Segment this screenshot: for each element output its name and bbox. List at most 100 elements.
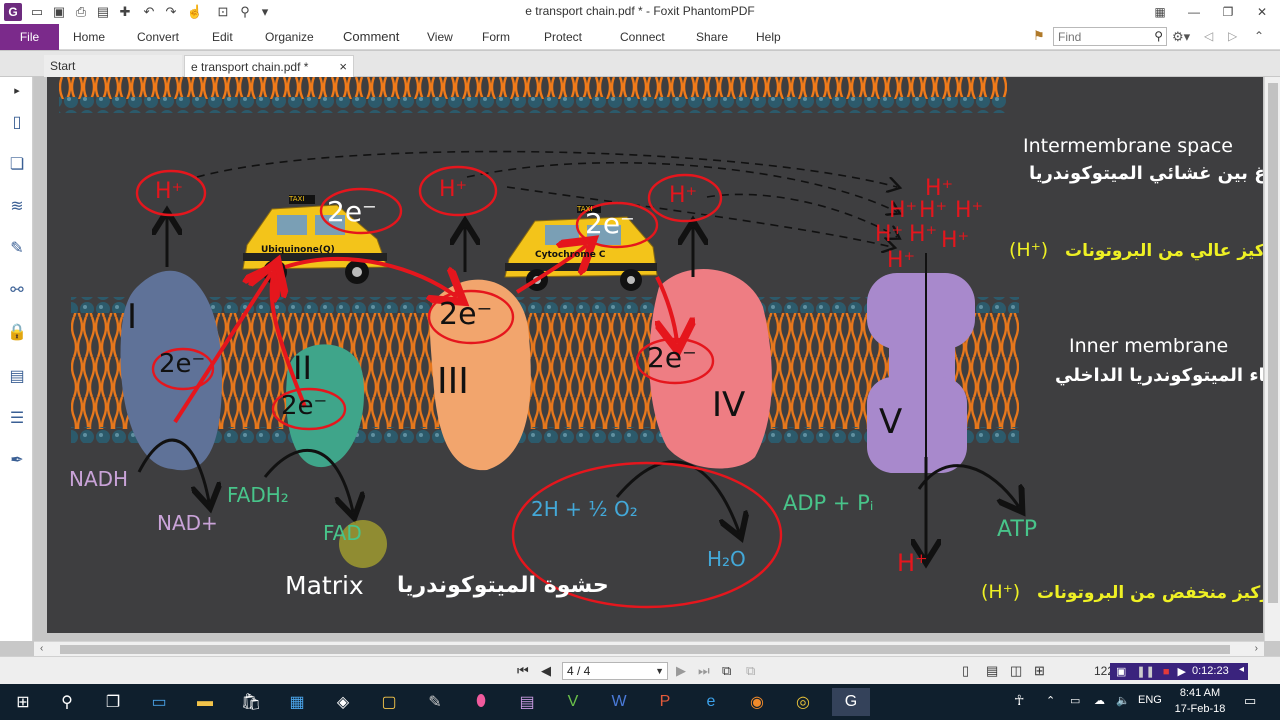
next-page-icon[interactable]: ▶ — [676, 663, 686, 679]
find-box[interactable]: ⚲ — [1053, 27, 1167, 46]
single-page-icon[interactable]: ▯ — [962, 663, 969, 679]
file-explorer-icon[interactable]: ▬ — [186, 688, 224, 716]
content-list-icon[interactable]: ☰ — [6, 407, 28, 429]
previous-page-icon[interactable]: ◀ — [541, 663, 551, 679]
scroll-right-icon[interactable]: › — [1255, 643, 1258, 654]
menu-convert[interactable]: Convert — [137, 30, 179, 44]
search-taskbar-icon[interactable]: ⚲ — [48, 688, 86, 716]
horizontal-scrollbar[interactable]: ‹ › — [34, 641, 1264, 656]
firefox-icon[interactable]: ◉ — [738, 688, 776, 716]
edge-icon[interactable]: e — [692, 688, 730, 716]
menu-view[interactable]: View — [427, 30, 453, 44]
signature-icon[interactable]: ✒ — [6, 449, 28, 471]
complex-iii-label: III — [437, 361, 469, 402]
menu-edit[interactable]: Edit — [212, 30, 233, 44]
word-icon[interactable]: W — [600, 688, 638, 716]
fadh2-label: FADH₂ — [227, 483, 289, 507]
pause-record-icon[interactable]: ❚❚ — [1136, 665, 1154, 678]
windows-start-icon[interactable]: ⊞ — [4, 688, 42, 716]
recorder-bar: ▣ ❚❚ ■ ▶ 0:12:23 ◂ — [1110, 663, 1248, 680]
tab-document[interactable]: e transport chain.pdf * × — [184, 55, 354, 77]
security-lock-icon[interactable]: 🔒 — [6, 321, 28, 343]
layers-icon[interactable]: ≋ — [6, 195, 28, 217]
electron-label-taxi1: 2e⁻ — [327, 195, 377, 228]
search-icon[interactable]: ⚲ — [1154, 29, 1163, 43]
menu-comment[interactable]: Comment — [343, 29, 399, 44]
page-dropdown-icon[interactable]: ▼ — [655, 663, 664, 679]
stop-record-icon[interactable]: ■ — [1163, 666, 1170, 678]
svg-text:H⁺: H⁺ — [919, 198, 947, 223]
last-page-icon[interactable]: ⏭ — [698, 663, 710, 679]
horizontal-scroll-thumb[interactable] — [60, 645, 1230, 654]
settings-gear-icon[interactable]: ⚙▾ — [1172, 29, 1190, 45]
expand-panel-icon[interactable]: ▸ — [6, 79, 28, 101]
collapse-ribbon-icon[interactable]: ⌃ — [1254, 29, 1264, 43]
back-arrow-icon[interactable]: ◁ — [1204, 29, 1213, 43]
menu-form[interactable]: Form — [482, 30, 510, 44]
paint-icon[interactable]: ✎ — [416, 688, 454, 716]
proton-label-v: H⁺ — [897, 549, 928, 577]
powerpoint-icon[interactable]: P — [646, 688, 684, 716]
close-window-icon[interactable]: ✕ — [1250, 2, 1274, 22]
document-properties-icon[interactable]: ▤ — [6, 365, 28, 387]
page-view-icon[interactable]: ⧉ — [722, 663, 731, 679]
menu-share[interactable]: Share — [696, 30, 728, 44]
cloud-icon[interactable]: ☁ — [1094, 694, 1105, 707]
comments-icon[interactable]: ✎ — [6, 237, 28, 259]
pages-icon[interactable]: ❏ — [6, 153, 28, 175]
camtasia-icon[interactable]: ⬮ — [462, 688, 500, 716]
facing-page-icon[interactable]: ◫ — [1010, 663, 1022, 679]
monitor-app-icon[interactable]: ▭ — [140, 688, 178, 716]
tab-start-label: Start — [50, 59, 76, 73]
close-tab-icon[interactable]: × — [339, 59, 347, 74]
people-icon[interactable]: ☥ — [1014, 692, 1024, 709]
scroll-left-icon[interactable]: ‹ — [40, 643, 43, 654]
vectors-app-icon[interactable]: V — [554, 688, 592, 716]
continuous-facing-icon[interactable]: ⊞ — [1034, 663, 1045, 679]
forward-arrow-icon[interactable]: ▷ — [1228, 29, 1237, 43]
svg-text:H⁺: H⁺ — [875, 222, 903, 247]
window-title: e transport chain.pdf * - Foxit PhantomP… — [525, 4, 755, 18]
notes-app-icon[interactable]: ▤ — [508, 688, 546, 716]
foxit-taskbar-icon[interactable]: G — [832, 688, 870, 716]
maximize-icon[interactable]: ❐ — [1216, 2, 1240, 22]
clock-date[interactable]: 17-Feb-18 — [1170, 703, 1230, 715]
low-conc-label-ar: تركيز منخفض من البروتونات — [1037, 583, 1263, 603]
page-number-field[interactable]: 4 / 4 ▼ — [562, 662, 668, 680]
menu-help[interactable]: Help — [756, 30, 781, 44]
tab-start[interactable]: Start — [44, 55, 182, 77]
language-indicator[interactable]: ENG — [1138, 694, 1162, 706]
attachment-icon[interactable]: ⚯ — [6, 279, 28, 301]
menu-connect[interactable]: Connect — [620, 30, 665, 44]
windows-taskbar: ⊞ ⚲ ❐ ▭ ▬ 🛍 ▦ ◈ ▢ ✎ ⬮ ▤ V W P e ◉ ◎ G ☥ … — [0, 684, 1280, 720]
find-input[interactable] — [1054, 28, 1144, 45]
network-icon[interactable]: ▭ — [1070, 694, 1080, 707]
first-page-icon[interactable]: ⏮ — [517, 663, 529, 679]
volume-icon[interactable]: 🔈 — [1116, 694, 1130, 707]
vertical-scrollbar[interactable] — [1264, 77, 1280, 641]
recorder-window-icon[interactable]: ▣ — [1116, 665, 1126, 678]
continuous-page-icon[interactable]: ▤ — [986, 663, 998, 679]
vertical-scroll-thumb[interactable] — [1268, 83, 1278, 603]
menu-organize[interactable]: Organize — [265, 30, 314, 44]
find-options-icon[interactable]: ⚑ — [1033, 28, 1045, 44]
play-record-icon[interactable]: ▶ — [1178, 665, 1186, 678]
task-view-icon[interactable]: ❐ — [94, 688, 132, 716]
document-view: H⁺ H⁺ H⁺ H⁺ H⁺ H⁺ H⁺ H⁺ Intermembrane sp… — [34, 77, 1264, 641]
menu-protect[interactable]: Protect — [544, 30, 582, 44]
maps-icon[interactable]: ▦ — [278, 688, 316, 716]
chrome-icon[interactable]: ◎ — [784, 688, 822, 716]
action-center-icon[interactable]: ▭ — [1244, 693, 1256, 709]
store-icon[interactable]: 🛍 — [232, 688, 270, 716]
minimize-icon[interactable]: — — [1182, 2, 1206, 22]
ribbon-options-icon[interactable]: ▦ — [1148, 2, 1172, 22]
direction-app-icon[interactable]: ◈ — [324, 688, 362, 716]
fit-view-icon[interactable]: ⧉ — [746, 663, 755, 679]
recorder-close-icon[interactable]: ◂ — [1239, 664, 1244, 675]
tray-chevron-icon[interactable]: ⌃ — [1046, 694, 1055, 707]
page-thumbnail-icon[interactable]: ▯ — [6, 111, 28, 133]
menu-home[interactable]: Home — [73, 30, 105, 44]
file-menu-button[interactable]: File — [0, 24, 59, 50]
sticky-notes-icon[interactable]: ▢ — [370, 688, 408, 716]
clock-time[interactable]: 8:41 AM — [1170, 687, 1230, 699]
